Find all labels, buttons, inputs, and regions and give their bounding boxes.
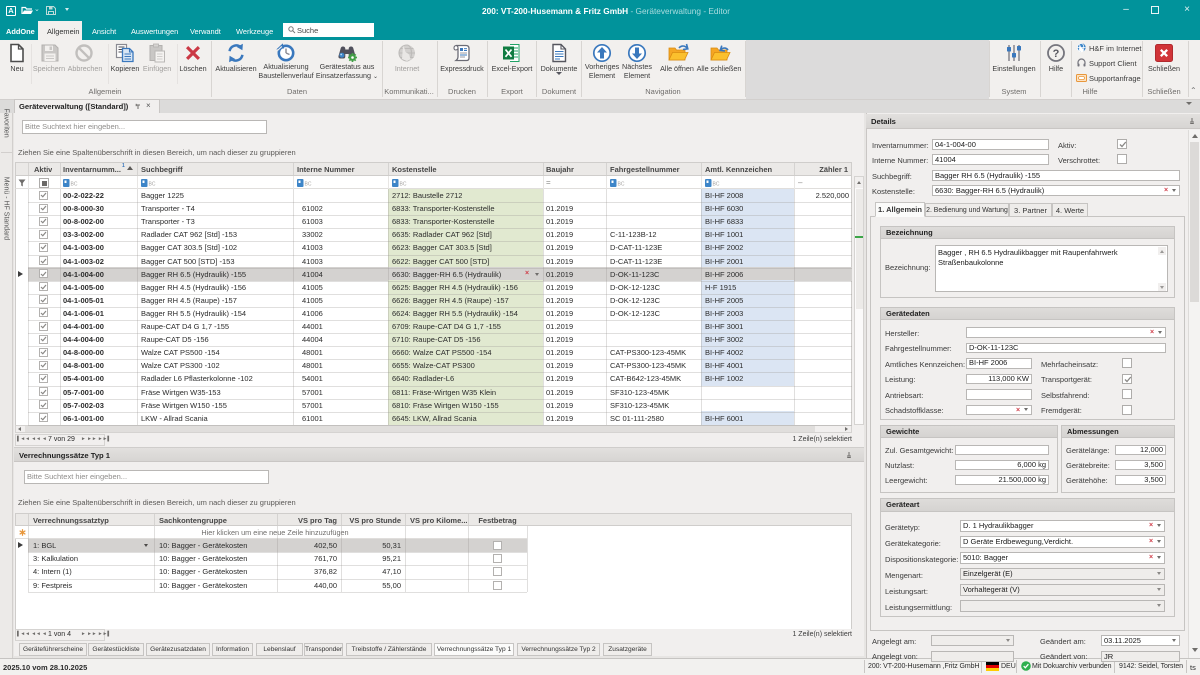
svg-text:?: ? xyxy=(1053,48,1060,60)
svg-text:BC: BC xyxy=(149,182,156,188)
svg-text:BC: BC xyxy=(400,182,407,188)
svg-text:BC: BC xyxy=(305,182,312,188)
svg-text:BC: BC xyxy=(71,182,78,188)
svg-text:BC: BC xyxy=(618,182,625,188)
svg-text:BC: BC xyxy=(713,182,720,188)
